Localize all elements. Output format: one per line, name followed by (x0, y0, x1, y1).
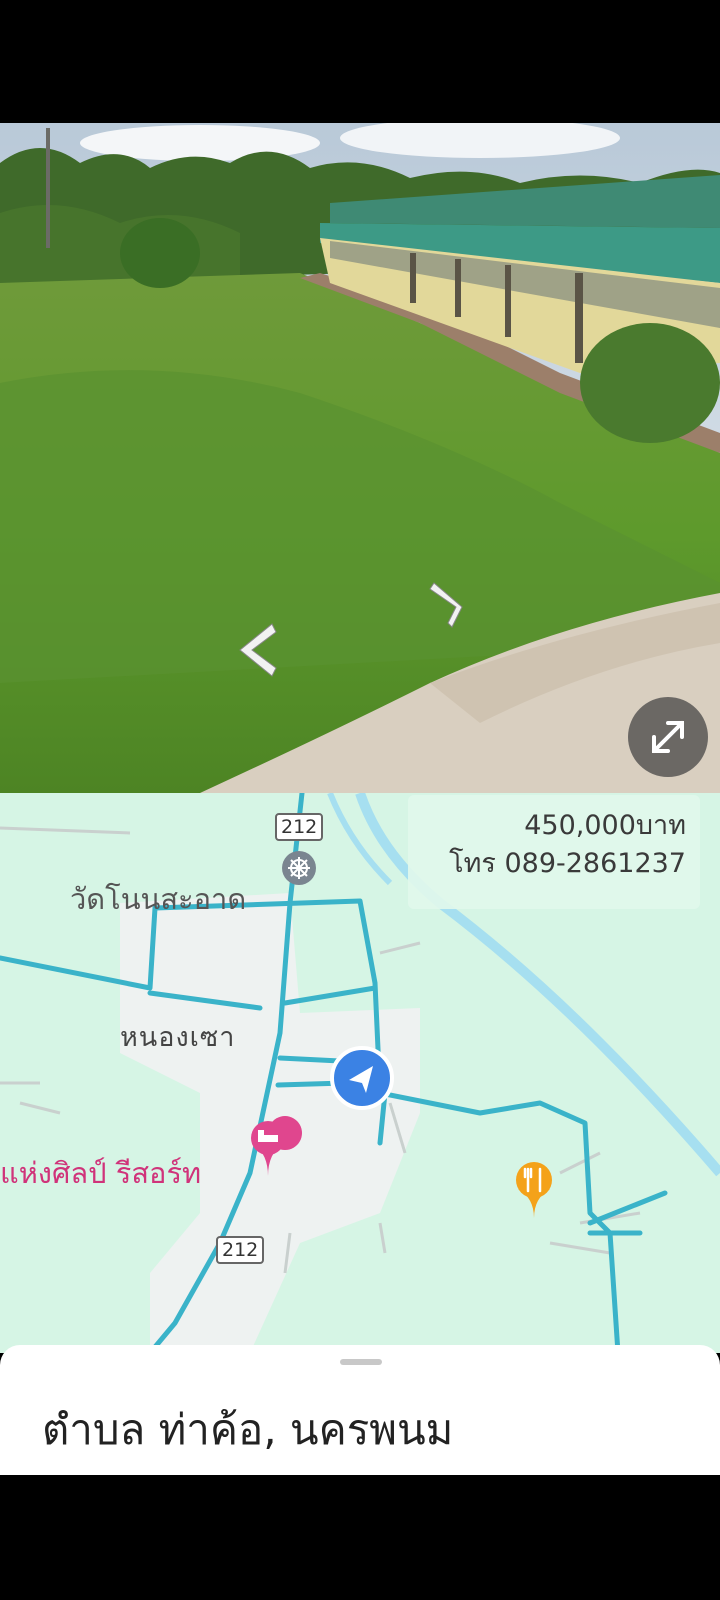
resort-label[interactable]: แห่งศิลป์ รีสอร์ท (0, 1150, 201, 1196)
route-badge: 212 (275, 813, 324, 841)
temple-label[interactable]: วัดโนนสะอาด (70, 876, 246, 922)
phone-label: โทร 089-2861237 (449, 848, 686, 879)
expand-icon (652, 721, 684, 753)
expand-button[interactable] (628, 697, 708, 777)
route-badge: 212 (216, 1236, 265, 1264)
bottom-sheet[interactable]: ตำบล ท่าค้อ, นครพนม (0, 1345, 720, 1475)
listing-info-box: 450,000บาท โทร 089-2861237 (408, 795, 700, 909)
street-view-image[interactable] (0, 123, 720, 793)
village-label: หนองเซา (120, 1022, 236, 1053)
location-arrow-icon[interactable] (330, 1046, 394, 1110)
temple-icon[interactable] (282, 851, 316, 885)
place-name: ตำบล ท่าค้อ, นครพนม (42, 1405, 454, 1454)
chevron-right-icon[interactable] (428, 579, 468, 631)
chevron-left-icon[interactable] (232, 620, 280, 680)
price-label: 450,000บาท (524, 810, 686, 841)
restaurant-pin-icon[interactable] (516, 1162, 552, 1218)
drag-handle[interactable] (340, 1359, 382, 1365)
